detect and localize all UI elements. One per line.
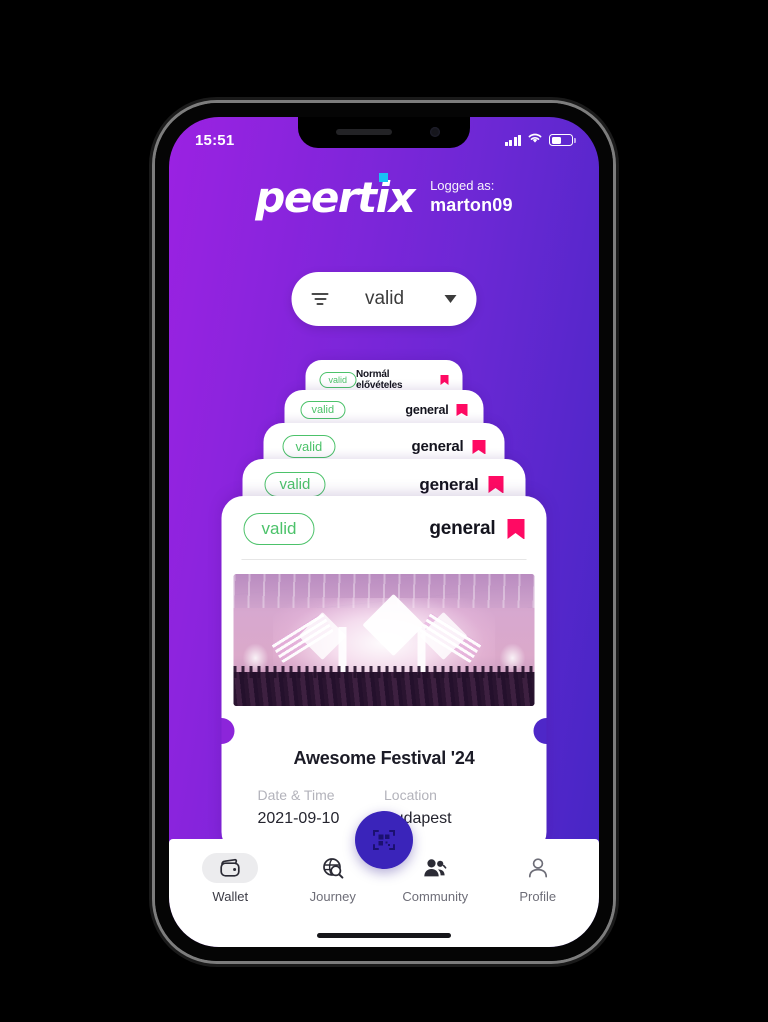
status-badge: valid [319, 372, 357, 388]
ticket-card-header: valid general [264, 423, 505, 458]
nav-label-wallet: Wallet [212, 889, 249, 904]
ticket-card-header: valid Normál elővételes [306, 360, 463, 391]
battery-icon [549, 134, 576, 146]
person-icon [510, 853, 566, 883]
qr-scan-button[interactable] [355, 811, 413, 869]
chevron-down-icon [444, 295, 457, 303]
nav-item-community[interactable]: Community [393, 853, 477, 904]
bookmark-icon[interactable] [472, 439, 486, 454]
status-badge: valid [243, 513, 315, 545]
bottom-navigation: Wallet Journey Community Profile [169, 811, 599, 947]
ticket-category-label: Normál elővételes [356, 369, 403, 391]
nav-item-journey[interactable]: Journey [291, 853, 375, 904]
ticket-category-label: general [411, 438, 464, 455]
festival-stage-photo [233, 574, 535, 706]
ticket-category-label: general [419, 474, 479, 494]
qr-scan-icon [373, 830, 395, 850]
photo-crowd [233, 665, 535, 706]
brand-logo-text: peertix [255, 173, 415, 222]
status-icons [504, 131, 576, 149]
ticket-category-group: general [412, 438, 486, 455]
phone-notch [298, 117, 470, 148]
people-icon [407, 853, 463, 883]
event-title: Awesome Festival '24 [293, 748, 475, 768]
ticket-front-header: valid general [222, 496, 547, 559]
divider [241, 559, 527, 560]
nav-label-community: Community [402, 889, 469, 904]
status-badge: valid [264, 472, 326, 497]
username-label[interactable]: marton09 [430, 195, 513, 216]
front-camera [430, 127, 440, 137]
date-label: Date & Time [257, 787, 335, 803]
bookmark-icon[interactable] [440, 375, 449, 385]
speaker-slot [336, 129, 392, 135]
ticket-card-header: valid general [243, 459, 526, 497]
ticket-notch-right [533, 718, 547, 744]
status-time: 15:51 [195, 131, 235, 149]
nav-item-wallet[interactable]: Wallet [188, 853, 272, 904]
phone-screen: 15:51 peertix Logged as: marton09 valid … [169, 117, 599, 947]
status-badge: valid [282, 435, 336, 458]
location-label: Location [384, 787, 437, 803]
phone-frame: 15:51 peertix Logged as: marton09 valid … [155, 103, 613, 961]
wallet-icon [202, 853, 259, 883]
ticket-category-group: Normál elővételes [356, 369, 449, 391]
signal-bars-icon [504, 134, 521, 146]
filter-selected-value: valid [364, 288, 405, 309]
app-header: peertix Logged as: marton09 [169, 173, 599, 219]
home-indicator [317, 933, 451, 938]
status-filter-dropdown[interactable]: valid [291, 272, 477, 326]
nav-item-profile[interactable]: Profile [496, 853, 580, 904]
nav-label-profile: Profile [519, 889, 557, 904]
ticket-category-label: general [429, 518, 496, 539]
logged-as-block: Logged as: marton09 [430, 178, 513, 219]
bookmark-icon[interactable] [456, 404, 468, 416]
ticket-perforation-row [221, 718, 547, 748]
ticket-stack: valid Normál elővételes valid general va… [169, 360, 599, 854]
bookmark-icon[interactable] [488, 476, 504, 493]
ticket-category-label: general [405, 403, 449, 417]
ticket-notch-left [221, 718, 235, 744]
ticket-card-front[interactable]: valid general Awesome Festival '24 Date … [221, 496, 547, 854]
globe-search-icon [305, 853, 361, 883]
wifi-icon [527, 131, 543, 149]
brand-dot-icon [379, 173, 389, 182]
status-badge: valid [300, 401, 346, 419]
ticket-category-group: general [429, 518, 525, 540]
logged-as-label: Logged as: [430, 178, 495, 193]
ticket-card-header: valid general [285, 390, 484, 419]
brand-logo: peertix [255, 173, 416, 219]
bookmark-icon[interactable] [507, 519, 525, 539]
ticket-category-group: general [419, 474, 504, 495]
ticket-category-group: general [405, 403, 468, 417]
nav-label-journey: Journey [309, 889, 356, 904]
